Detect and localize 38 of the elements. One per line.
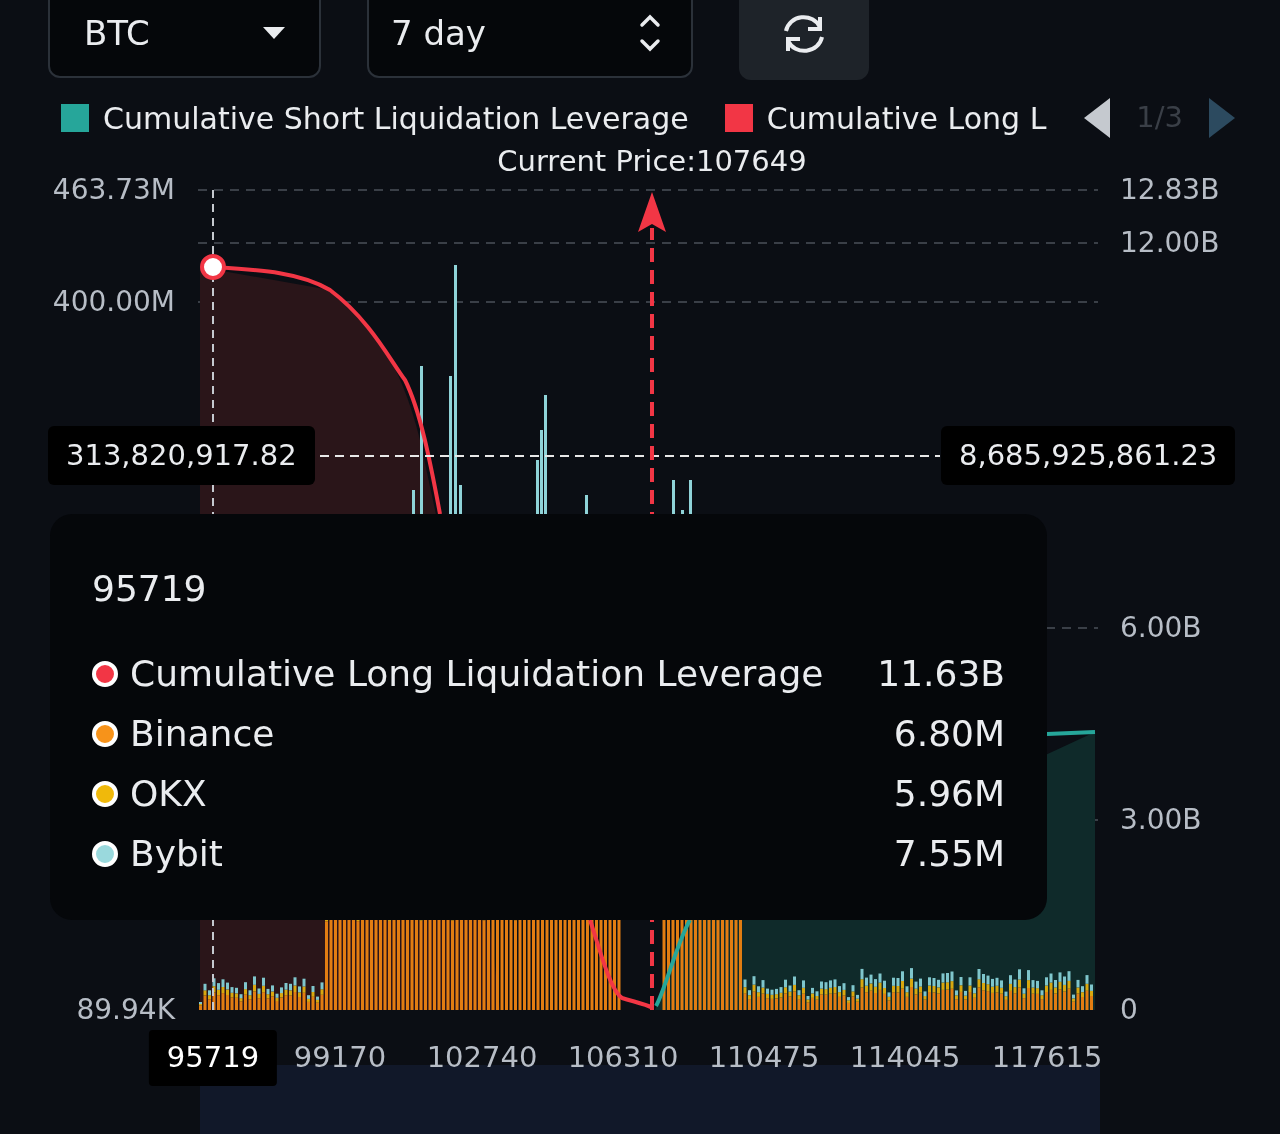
refresh-button[interactable]	[739, 0, 869, 80]
legend-label[interactable]: Cumulative Long L	[766, 95, 1047, 141]
symbol-dropdown[interactable]: BTC	[48, 0, 321, 78]
range-value: 7 day	[391, 11, 486, 55]
series-value: 7.55M	[893, 832, 1005, 876]
x-axis-label: 114045	[848, 1039, 962, 1076]
y-axis-label: 463.73M	[52, 176, 175, 204]
chevron-updown-icon	[639, 13, 661, 53]
marker-dot	[200, 254, 226, 280]
series-name: OKX	[130, 772, 208, 816]
legend-label[interactable]: Cumulative Short Liquidation Leverage	[103, 95, 689, 141]
x-axis-label: 99170	[292, 1039, 388, 1076]
x-axis-label: 117615	[990, 1039, 1104, 1076]
x-axis-label: 95719	[148, 1030, 278, 1086]
series-value: 5.96M	[893, 772, 1005, 816]
current-price-label: Current Price:107649	[496, 143, 808, 180]
y-axis-label: 12.83B	[1120, 176, 1220, 204]
series-value: 6.80M	[893, 712, 1005, 756]
tooltip-title: 95719	[92, 567, 208, 611]
series-value: 11.63B	[877, 652, 1005, 696]
symbol-value: BTC	[84, 11, 150, 55]
caret-icon	[263, 27, 285, 39]
series-name: Cumulative Long Liquidation Leverage	[130, 652, 825, 696]
range-select[interactable]: 7 day	[367, 0, 693, 78]
y-axis-label: 3.00B	[1120, 806, 1202, 834]
x-axis-label: 110475	[707, 1039, 821, 1076]
y-axis-label: 6.00B	[1120, 614, 1202, 642]
previous-page-icon[interactable]	[1084, 98, 1111, 138]
y-axis-label: 89.94K	[76, 996, 175, 1024]
x-axis-label: 106310	[566, 1039, 680, 1076]
series-name: Bybit	[130, 832, 224, 876]
crosshair-value-label: 313,820,917.82	[48, 426, 315, 485]
series-name: Binance	[130, 712, 276, 756]
y-axis-label: 400.00M	[52, 288, 175, 316]
y-axis-label: 0	[1120, 996, 1138, 1024]
x-axis-label: 102740	[425, 1039, 539, 1076]
y-axis-label: 12.00B	[1120, 229, 1220, 257]
crosshair-value-label: 8,685,925,861.23	[941, 426, 1236, 485]
